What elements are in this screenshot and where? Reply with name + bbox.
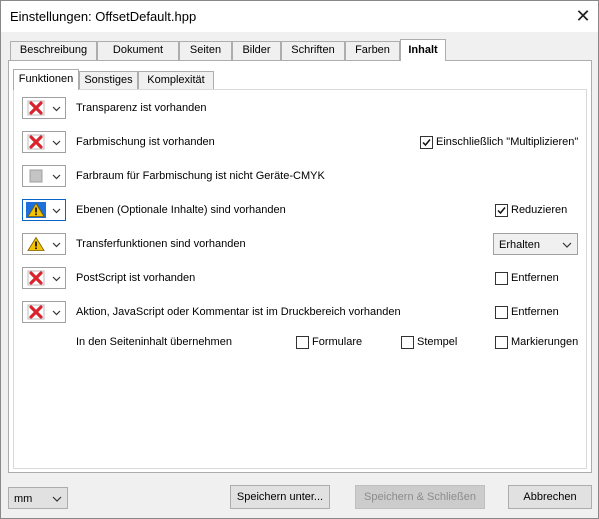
- tab-bilder[interactable]: Bilder: [232, 41, 281, 60]
- tab-komplexitaet[interactable]: Komplexität: [138, 71, 214, 89]
- row-label: Transferfunktionen sind vorhanden: [76, 238, 246, 250]
- cancel-button[interactable]: Abbrechen: [508, 485, 592, 509]
- red-x-icon: [27, 134, 45, 150]
- check-row-layers: Ebenen (Optionale Inhalte) sind vorhande…: [1, 199, 599, 223]
- tab-inhalt[interactable]: Inhalt: [400, 39, 446, 61]
- close-icon[interactable]: ✕: [569, 2, 597, 30]
- merge-stamps-checkbox[interactable]: [401, 336, 414, 349]
- chevron-down-icon: [52, 106, 61, 112]
- remove-actions-checkbox[interactable]: [495, 306, 508, 319]
- tab-dokument[interactable]: Dokument: [97, 41, 179, 60]
- check-row-actions: Aktion, JavaScript oder Kommentar ist im…: [1, 301, 599, 325]
- merge-label: In den Seiteninhalt übernehmen: [76, 336, 232, 348]
- title-bar: Einstellungen: OffsetDefault.hpp ✕: [1, 1, 598, 32]
- chevron-down-icon: [52, 208, 61, 214]
- select-value: Erhalten: [499, 239, 540, 251]
- red-x-icon: [27, 100, 45, 116]
- settings-dialog: Einstellungen: OffsetDefault.hpp ✕ Besch…: [0, 0, 599, 519]
- severity-select[interactable]: [22, 301, 66, 323]
- severity-select[interactable]: [22, 267, 66, 289]
- merge-markups-label: Markierungen: [511, 336, 579, 348]
- check-row-postscript: PostScript ist vorhanden Entfernen: [1, 267, 599, 291]
- check-row-transparency: Transparenz ist vorhanden: [1, 97, 599, 121]
- flatten-label: Reduzieren: [511, 204, 568, 216]
- check-row-color-mixing: Farbmischung ist vorhanden Einschließlic…: [1, 131, 599, 155]
- flatten-checkbox[interactable]: [495, 204, 508, 217]
- chevron-down-icon: [562, 242, 572, 248]
- chevron-down-icon: [52, 276, 61, 282]
- remove-postscript-checkbox[interactable]: [495, 272, 508, 285]
- tab-sonstiges[interactable]: Sonstiges: [79, 71, 138, 89]
- merge-markups-checkbox[interactable]: [495, 336, 508, 349]
- remove-postscript-label: Entfernen: [511, 272, 559, 284]
- row-label: Aktion, JavaScript oder Kommentar ist im…: [76, 306, 401, 318]
- row-label: Farbmischung ist vorhanden: [76, 136, 215, 148]
- tab-seiten[interactable]: Seiten: [179, 41, 232, 60]
- row-label: Ebenen (Optionale Inhalte) sind vorhande…: [76, 204, 286, 216]
- chevron-down-icon: [52, 174, 61, 180]
- severity-select[interactable]: [22, 97, 66, 119]
- gray-square-icon: [29, 169, 43, 183]
- tab-schriften[interactable]: Schriften: [281, 41, 345, 60]
- transfer-action-select[interactable]: Erhalten: [493, 233, 578, 255]
- red-x-icon: [27, 270, 45, 286]
- red-x-icon: [27, 304, 45, 320]
- unit-select[interactable]: mm: [8, 487, 68, 509]
- severity-select[interactable]: [22, 233, 66, 255]
- row-label: Transparenz ist vorhanden: [76, 102, 207, 114]
- severity-select[interactable]: [22, 199, 66, 221]
- include-multiply-checkbox[interactable]: [420, 136, 433, 149]
- check-row-color-space: Farbraum für Farbmischung ist nicht Gerä…: [1, 165, 599, 189]
- tab-beschreibung[interactable]: Beschreibung: [10, 41, 97, 60]
- merge-into-page-row: In den Seiteninhalt übernehmen Formulare…: [1, 331, 599, 355]
- check-row-transfer-functions: Transferfunktionen sind vorhanden Erhalt…: [1, 233, 599, 257]
- save-as-button[interactable]: Speichern unter...: [230, 485, 330, 509]
- tab-farben[interactable]: Farben: [345, 41, 400, 60]
- unit-value: mm: [14, 493, 33, 505]
- chevron-down-icon: [52, 496, 62, 502]
- chevron-down-icon: [52, 242, 61, 248]
- merge-stamps-label: Stempel: [417, 336, 458, 348]
- tab-funktionen[interactable]: Funktionen: [13, 69, 79, 90]
- include-multiply-label: Einschließlich "Multiplizieren": [436, 136, 579, 148]
- merge-forms-checkbox[interactable]: [296, 336, 309, 349]
- warning-icon: [27, 236, 45, 251]
- severity-select[interactable]: [22, 131, 66, 153]
- window-title: Einstellungen: OffsetDefault.hpp: [10, 9, 197, 24]
- warning-icon: [26, 202, 46, 218]
- merge-forms-label: Formulare: [312, 336, 363, 348]
- row-label: PostScript ist vorhanden: [76, 272, 196, 284]
- chevron-down-icon: [52, 140, 61, 146]
- severity-select[interactable]: [22, 165, 66, 187]
- remove-actions-label: Entfernen: [511, 306, 559, 318]
- row-label: Farbraum für Farbmischung ist nicht Gerä…: [76, 170, 325, 182]
- save-close-button[interactable]: Speichern & Schließen: [355, 485, 485, 509]
- chevron-down-icon: [52, 310, 61, 316]
